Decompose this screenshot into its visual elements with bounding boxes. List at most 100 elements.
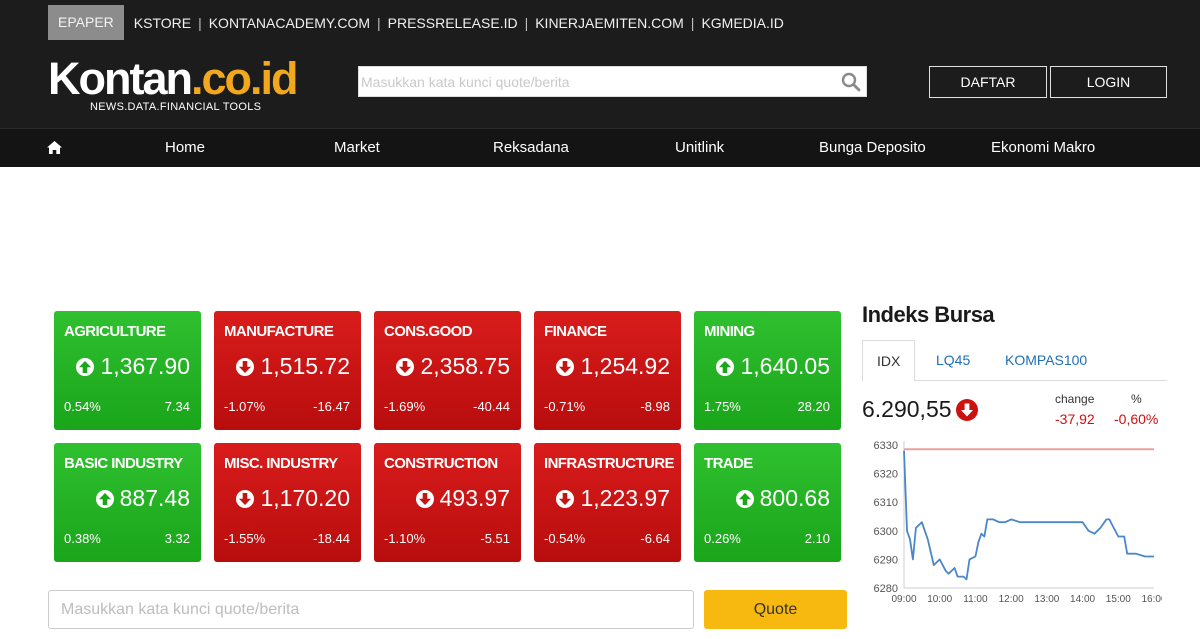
chart-x-tick-label: 12:00 (999, 594, 1024, 605)
logo-tagline: NEWS.DATA.FINANCIAL TOOLS (90, 101, 262, 113)
arrow-down-icon (396, 357, 415, 376)
arrow-down-icon (955, 398, 978, 421)
tab-lq45[interactable]: LQ45 (936, 340, 970, 381)
arrow-up-icon (76, 357, 95, 376)
kgmedia-link[interactable]: KGMEDIA.ID (701, 15, 783, 31)
sector-tile[interactable]: FINANCE 1,254.92 -0.71% -8.98 (534, 311, 681, 430)
separator: | (198, 14, 202, 31)
chart-x-tick-label: 16:00 (1141, 594, 1162, 605)
arrow-down-icon (556, 357, 575, 376)
separator: | (377, 14, 381, 31)
sector-name: MISC. INDUSTRY (224, 455, 338, 472)
kontan-logo[interactable]: Kontan.co.id NEWS.DATA.FINANCIAL TOOLS (48, 55, 308, 117)
nav-item-bunga-deposito[interactable]: Bunga Deposito (819, 129, 926, 168)
index-value: 6.290,55 (862, 396, 978, 423)
indeks-tabs: IDX LQ45 KOMPAS100 (862, 340, 1167, 382)
search-icon[interactable] (841, 72, 861, 92)
sector-tile[interactable]: MISC. INDUSTRY 1,170.20 -1.55% -18.44 (214, 443, 361, 562)
sector-value-text: 1,367.90 (100, 353, 190, 379)
sector-percent: -1.10% (384, 531, 426, 546)
nav-item-market[interactable]: Market (334, 129, 380, 168)
sector-percent: 0.54% (64, 399, 101, 414)
main-nav: Home Market Reksadana Unitlink Bunga Dep… (0, 128, 1200, 167)
sector-tile[interactable]: INFRASTRUCTURE 1,223.97 -0.54% -6.64 (534, 443, 681, 562)
header-search-input[interactable] (359, 67, 829, 96)
sector-change: -40.44 (473, 399, 510, 414)
login-button[interactable]: LOGIN (1050, 66, 1167, 98)
top-bar: EPAPER KSTORE | KONTANACADEMY.COM | PRES… (0, 0, 1200, 43)
sector-change: -18.44 (313, 531, 350, 546)
chart-series-line (903, 450, 1154, 581)
sector-change: 7.34 (164, 399, 190, 414)
nav-item-home[interactable]: Home (165, 129, 205, 168)
sector-value-text: 800.68 (759, 485, 830, 511)
chart-x-tick-label: 13:00 (1034, 594, 1059, 605)
sector-name: BASIC INDUSTRY (64, 455, 183, 472)
chart-y-tick-label: 6320 (874, 469, 898, 481)
sector-percent: -1.55% (224, 531, 266, 546)
sector-name: MANUFACTURE (224, 323, 334, 340)
arrow-up-icon (735, 489, 754, 508)
change-header: change (1055, 392, 1095, 406)
index-value-text: 6.290,55 (862, 396, 952, 422)
sector-tile[interactable]: MINING 1,640.05 1.75% 28.20 (694, 311, 841, 430)
sector-value: 1,367.90 (76, 353, 190, 380)
chart-y-tick-label: 6290 (874, 554, 898, 566)
sector-tile[interactable]: AGRICULTURE 1,367.90 0.54% 7.34 (54, 311, 201, 430)
sector-change: -6.64 (640, 531, 670, 546)
quote-search-input[interactable] (48, 590, 694, 629)
kstore-link[interactable]: KSTORE (134, 15, 191, 31)
sector-change: 2.10 (804, 531, 830, 546)
chart-x-tick-label: 15:00 (1106, 594, 1131, 605)
nav-item-unitlink[interactable]: Unitlink (675, 129, 724, 168)
sector-tile[interactable]: MANUFACTURE 1,515.72 -1.07% -16.47 (214, 311, 361, 430)
sector-name: CONSTRUCTION (384, 455, 498, 472)
kinerjaemiten-link[interactable]: KINERJAEMITEN.COM (535, 15, 684, 31)
header: Kontan.co.id NEWS.DATA.FINANCIAL TOOLS D… (0, 43, 1200, 128)
home-icon[interactable] (47, 141, 62, 154)
nav-item-ekonomi-makro[interactable]: Ekonomi Makro (991, 129, 1095, 168)
nav-item-reksadana[interactable]: Reksadana (493, 129, 569, 168)
sector-value-text: 1,170.20 (260, 485, 350, 511)
arrow-down-icon (236, 357, 255, 376)
sector-change: -5.51 (480, 531, 510, 546)
sector-value-text: 493.97 (439, 485, 510, 511)
sector-value: 493.97 (415, 485, 510, 512)
tab-kompas100[interactable]: KOMPAS100 (1005, 340, 1087, 381)
sector-tile[interactable]: CONS.GOOD 2,358.75 -1.69% -40.44 (374, 311, 521, 430)
index-change: -37,92 (1055, 411, 1095, 427)
separator: | (524, 14, 529, 31)
sector-tile[interactable]: CONSTRUCTION 493.97 -1.10% -5.51 (374, 443, 521, 562)
tab-idx[interactable]: IDX (862, 340, 916, 382)
top-links: EPAPER KSTORE | KONTANACADEMY.COM | PRES… (48, 5, 784, 40)
epaper-link[interactable]: EPAPER (48, 5, 124, 40)
daftar-button[interactable]: DAFTAR (929, 66, 1047, 98)
sector-tile[interactable]: TRADE 800.68 0.26% 2.10 (694, 443, 841, 562)
sector-percent: -0.54% (544, 531, 586, 546)
chart-y-tick-label: 6300 (874, 526, 898, 538)
sector-value: 1,170.20 (236, 485, 350, 512)
chart-x-tick-label: 09:00 (891, 594, 916, 605)
sector-value: 1,640.05 (716, 353, 830, 380)
sector-change: 3.32 (164, 531, 190, 546)
separator: | (690, 14, 695, 31)
sector-value: 800.68 (735, 485, 830, 512)
sector-name: AGRICULTURE (64, 323, 166, 340)
pressrelease-link[interactable]: PRESSRELEASE.ID (388, 15, 518, 31)
sector-value: 2,358.75 (396, 353, 510, 380)
arrow-down-icon (415, 489, 434, 508)
sector-value-text: 1,515.72 (260, 353, 350, 379)
sector-change: 28.20 (797, 399, 830, 414)
arrow-down-icon (556, 489, 575, 508)
sector-percent: 0.26% (704, 531, 741, 546)
sector-name: TRADE (704, 455, 753, 472)
kontanacademy-link[interactable]: KONTANACADEMY.COM (209, 15, 370, 31)
arrow-up-icon (95, 489, 114, 508)
intraday-chart: 63306320631063006290628009:00 10:00 11:00 1… (874, 440, 1162, 605)
sector-name: CONS.GOOD (384, 323, 473, 340)
sector-value: 1,254.92 (556, 353, 670, 380)
percent-header: % (1131, 392, 1142, 406)
quote-button[interactable]: Quote (704, 590, 847, 629)
sector-name: INFRASTRUCTURE (544, 455, 675, 472)
sector-tile[interactable]: BASIC INDUSTRY 887.48 0.38% 3.32 (54, 443, 201, 562)
